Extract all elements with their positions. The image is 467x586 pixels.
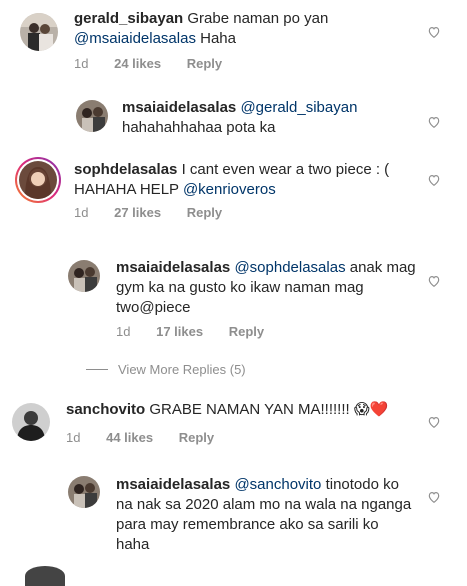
reply-button[interactable]: Reply bbox=[179, 430, 214, 445]
username[interactable]: sanchovito bbox=[66, 401, 145, 418]
likes-count[interactable]: 44 likes bbox=[106, 430, 153, 445]
timestamp: 1d bbox=[74, 56, 89, 71]
comment-body: Grabe naman po yan bbox=[187, 10, 329, 27]
comment-text: sophdelasalas I cant even wear a two pie… bbox=[74, 160, 404, 200]
timestamp: 1d bbox=[116, 324, 131, 339]
avatar-story-ring[interactable] bbox=[15, 157, 61, 203]
comment-text: sanchovito GRABE NAMAN YAN MA!!!!!!! 😱❤️ bbox=[66, 400, 416, 420]
avatar[interactable] bbox=[68, 260, 100, 292]
avatar[interactable] bbox=[68, 476, 100, 508]
heart-icon[interactable] bbox=[427, 115, 441, 129]
avatar[interactable] bbox=[20, 13, 58, 51]
emoji-scream-heart: 😱❤️ bbox=[353, 401, 389, 418]
comment-meta: 1d 44 likes Reply bbox=[66, 430, 214, 445]
avatar[interactable] bbox=[12, 403, 50, 441]
comment-text: msaiaidelasalas @sanchovito tinotodo ko … bbox=[116, 475, 416, 555]
username[interactable]: msaiaidelasalas bbox=[116, 259, 230, 276]
likes-count[interactable]: 27 likes bbox=[114, 205, 161, 220]
heart-icon[interactable] bbox=[427, 490, 441, 504]
heart-icon[interactable] bbox=[427, 415, 441, 429]
avatar[interactable] bbox=[76, 100, 108, 132]
reply-button[interactable]: Reply bbox=[187, 56, 222, 71]
reply-button[interactable]: Reply bbox=[187, 205, 222, 220]
mention-link[interactable]: @sanchovito bbox=[234, 476, 321, 493]
comment-meta: 1d 17 likes Reply bbox=[116, 324, 264, 339]
view-more-replies-button[interactable]: View More Replies (5) bbox=[86, 362, 246, 377]
timestamp: 1d bbox=[66, 430, 81, 445]
likes-count[interactable]: 24 likes bbox=[114, 56, 161, 71]
mention-link[interactable]: @msaiaidelasalas bbox=[74, 30, 196, 47]
mention-link[interactable]: @kenrioveros bbox=[183, 181, 276, 198]
heart-icon[interactable] bbox=[427, 25, 441, 39]
mention-link[interactable]: @sophdelasalas bbox=[234, 259, 345, 276]
comment-body-tail: Haha bbox=[200, 30, 236, 47]
comment-meta: 1d 27 likes Reply bbox=[74, 205, 222, 220]
heart-icon[interactable] bbox=[427, 274, 441, 288]
comment-text: gerald_sibayan Grabe naman po yan @msaia… bbox=[74, 9, 414, 49]
view-more-label: View More Replies (5) bbox=[118, 362, 246, 377]
comment-text: msaiaidelasalas @gerald_sibayan hahahahh… bbox=[122, 98, 422, 138]
avatar-partial[interactable] bbox=[25, 566, 65, 586]
comment-meta: 1d 24 likes Reply bbox=[74, 56, 222, 71]
comment-text: msaiaidelasalas @sophdelasalas anak mag … bbox=[116, 258, 416, 318]
username[interactable]: msaiaidelasalas bbox=[116, 476, 230, 493]
mention-link[interactable]: @gerald_sibayan bbox=[240, 99, 357, 116]
reply-button[interactable]: Reply bbox=[229, 324, 264, 339]
timestamp: 1d bbox=[74, 205, 89, 220]
username[interactable]: sophdelasalas bbox=[74, 161, 177, 178]
heart-icon[interactable] bbox=[427, 173, 441, 187]
username[interactable]: msaiaidelasalas bbox=[122, 99, 236, 116]
comment-body: hahahahhahaa pota ka bbox=[122, 119, 276, 136]
divider bbox=[86, 369, 108, 370]
comment-body: GRABE NAMAN YAN MA!!!!!!! bbox=[149, 401, 350, 418]
username[interactable]: gerald_sibayan bbox=[74, 10, 183, 27]
likes-count[interactable]: 17 likes bbox=[156, 324, 203, 339]
